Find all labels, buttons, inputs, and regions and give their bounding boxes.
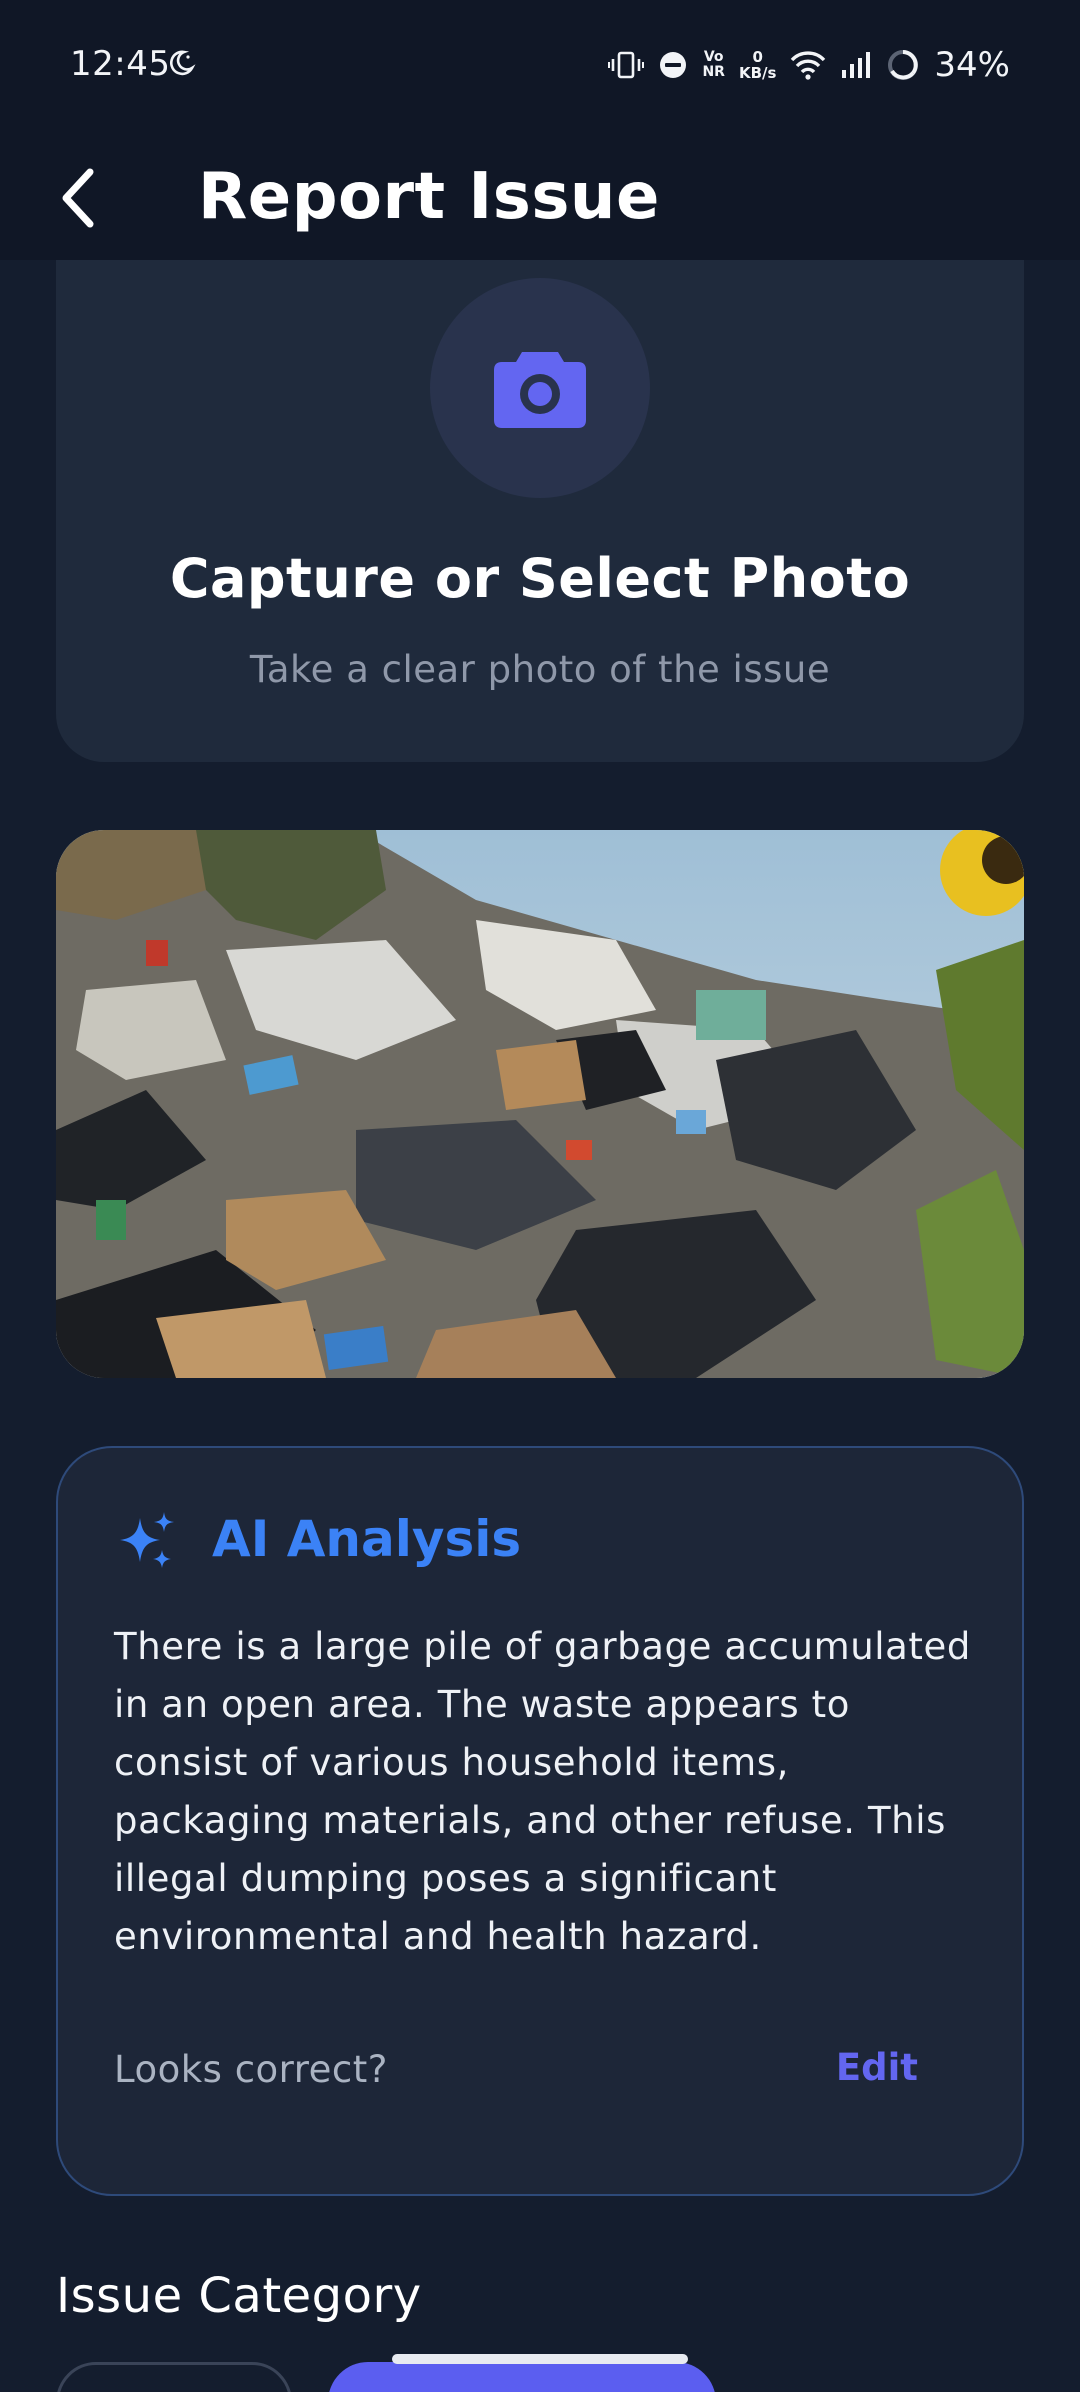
issue-category-label: Issue Category [56, 2268, 422, 2324]
report-issue-screen: 12:45 Vo NR 0 KB/s 34% Report Issue Capt… [0, 0, 1080, 2392]
garbage-pile-image [56, 830, 1024, 1378]
page-title: Report Issue [198, 160, 660, 234]
capture-title: Capture or Select Photo [169, 547, 911, 610]
status-time: 12:45 [70, 44, 171, 84]
network-speed-value: 0 [752, 48, 763, 66]
volte-top: Vo [703, 49, 724, 65]
edit-button[interactable]: Edit [836, 2046, 918, 2089]
camera-button[interactable] [430, 278, 650, 498]
home-indicator[interactable] [392, 2354, 688, 2364]
photo-capture-card[interactable]: Capture or Select Photo Take a clear pho… [56, 260, 1024, 762]
ai-analysis-card: AI Analysis There is a large pile of gar… [56, 1446, 1024, 2196]
battery-ring-icon [888, 50, 919, 80]
sparkle-icon [120, 1512, 174, 1568]
camera-icon [494, 352, 586, 428]
wifi-icon [791, 51, 826, 80]
back-button[interactable] [48, 148, 108, 248]
volte-bottom: NR [702, 64, 725, 80]
confirmation-question: Looks correct? [114, 2048, 388, 2091]
chevron-left-icon [62, 168, 94, 228]
status-icons: Vo NR 0 KB/s 34% [608, 40, 1010, 90]
category-chip-selected[interactable] [328, 2362, 716, 2392]
network-speed: 0 KB/s [739, 49, 776, 81]
status-bar: 12:45 Vo NR 0 KB/s 34% [0, 0, 1080, 130]
do-not-disturb-moon-icon [169, 50, 196, 76]
volte-indicator: Vo NR [702, 50, 725, 80]
signal-icon [842, 52, 871, 78]
app-header: Report Issue [0, 130, 1080, 260]
ai-analysis-text: There is a large pile of garbage accumul… [114, 1625, 971, 1958]
ai-analysis-title: AI Analysis [212, 1510, 522, 1568]
dnd-icon [660, 52, 687, 78]
capture-subtitle: Take a clear photo of the issue [249, 648, 831, 691]
network-speed-unit: KB/s [738, 64, 777, 82]
vibrate-icon [608, 51, 645, 79]
battery-percentage: 34% [934, 45, 1010, 85]
selected-photo [56, 830, 1024, 1378]
category-chip[interactable] [56, 2362, 292, 2392]
